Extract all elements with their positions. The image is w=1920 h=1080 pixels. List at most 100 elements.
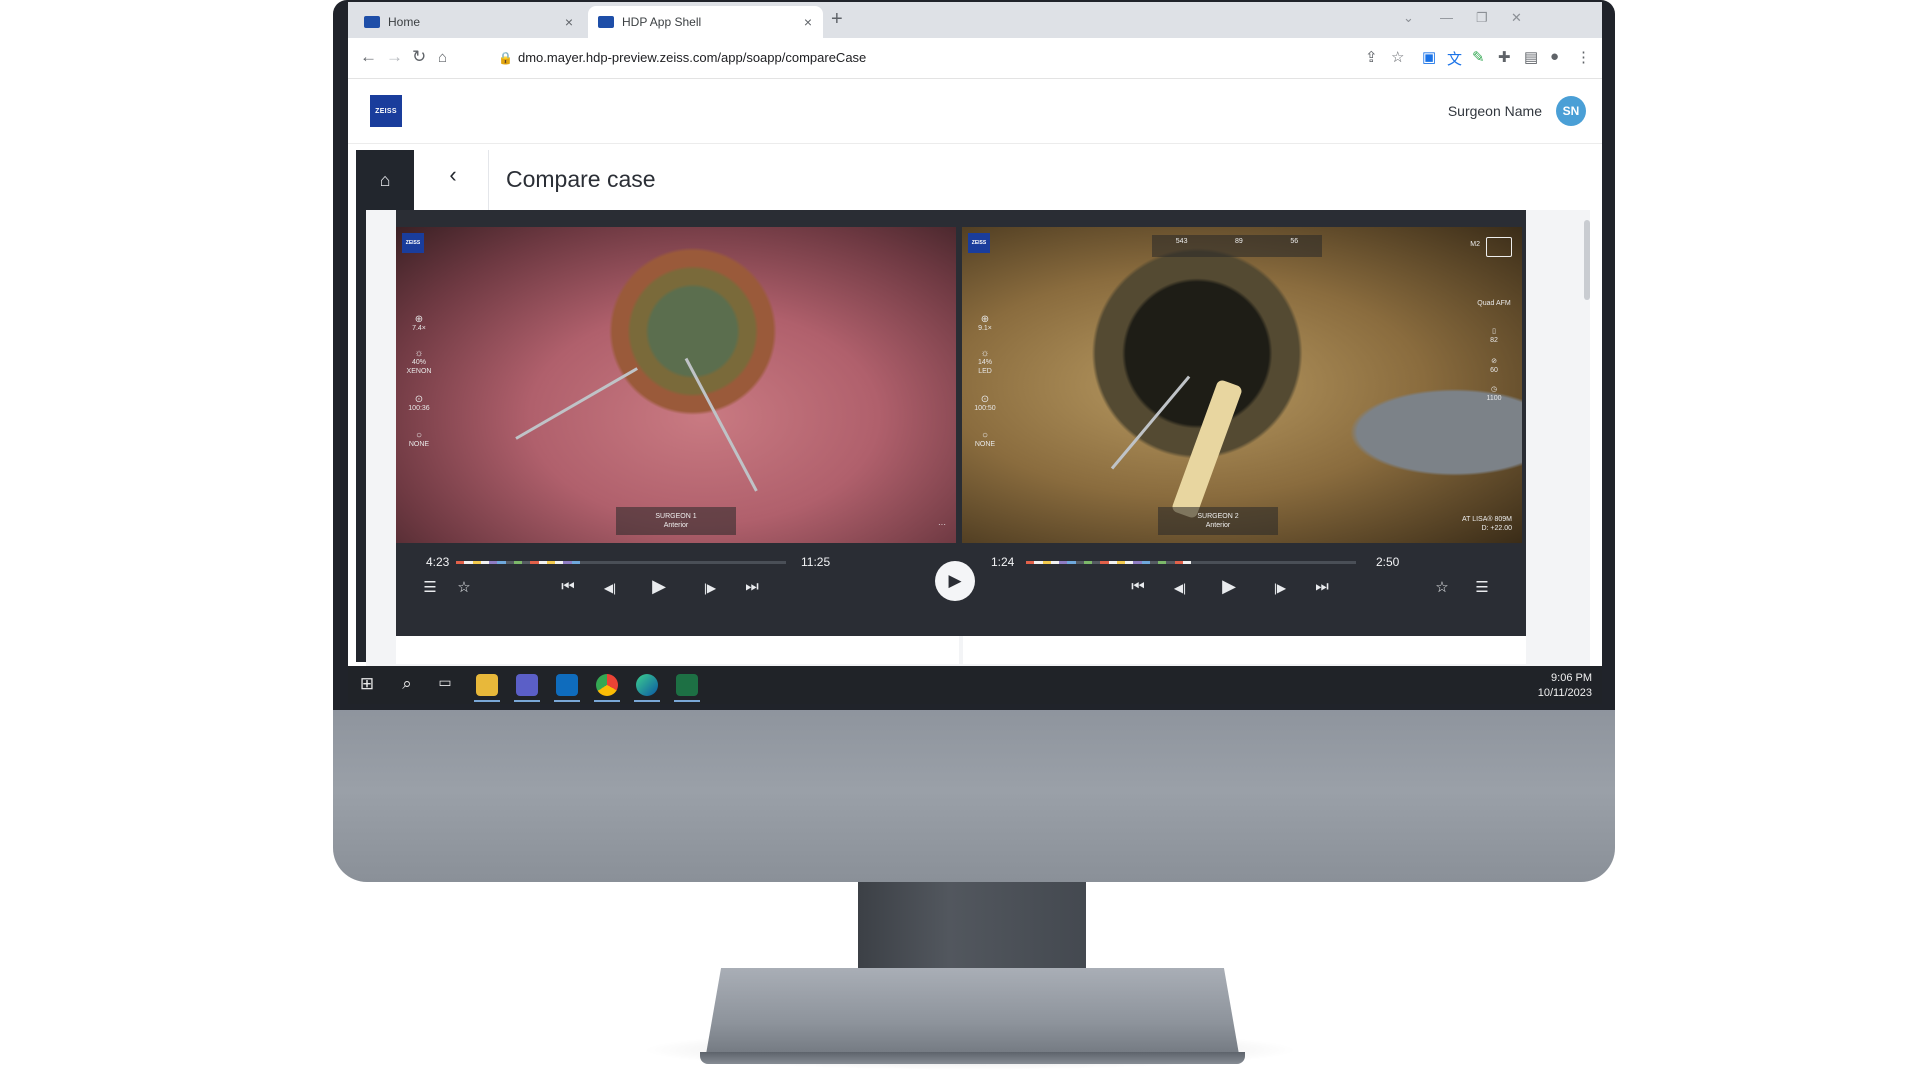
- surgeon-label: SURGEON 2 Anterior: [1158, 507, 1278, 535]
- close-window-icon[interactable]: ✕: [1511, 10, 1522, 26]
- url-field[interactable]: dmo.mayer.hdp-preview.zeiss.com/app/soap…: [518, 50, 866, 65]
- lock-icon[interactable]: 🔒: [498, 51, 513, 65]
- timeline-segment: [604, 561, 613, 564]
- timeline-segment: [1347, 561, 1356, 564]
- forward-arrow-icon[interactable]: →: [386, 47, 403, 67]
- zeiss-favicon-icon: [364, 16, 380, 28]
- left-step-back-button[interactable]: ◀|: [598, 581, 622, 595]
- teams-icon[interactable]: [516, 674, 538, 696]
- sidebar-home-icon[interactable]: ⌂: [356, 170, 414, 191]
- title-divider: [488, 150, 489, 212]
- screencast-extension-icon[interactable]: ▣: [1422, 48, 1436, 66]
- edge-icon[interactable]: [636, 674, 658, 696]
- right-step-back-button[interactable]: ◀|: [1168, 581, 1192, 595]
- profile-icon[interactable]: ●: [1550, 48, 1559, 65]
- side-panel-icon[interactable]: ▤: [1524, 48, 1538, 66]
- taskbar-clock[interactable]: 9:06 PM 10/11/2023: [1538, 671, 1592, 701]
- back-button[interactable]: ‹: [438, 162, 468, 198]
- timeline-segment: [1125, 561, 1134, 564]
- timeline-segment: [1191, 561, 1200, 564]
- focus-icon: ⊙: [980, 394, 990, 405]
- right-chapter-list-button[interactable]: ☰: [1470, 578, 1494, 596]
- timeline-segment: [1075, 561, 1084, 564]
- right-favorite-button[interactable]: ☆: [1430, 578, 1454, 596]
- task-view-icon[interactable]: ▭: [432, 674, 458, 696]
- timeline-segment: [654, 561, 663, 564]
- timeline-segment: [1290, 561, 1299, 564]
- filter-icon: ○: [415, 430, 423, 441]
- browser-tab-hdp-app-shell[interactable]: HDP App Shell ×: [588, 6, 823, 38]
- surgery-video-left[interactable]: ZEISS ⊕ 7.4× ☼ 40% XENON ⊙ 100:36 ○ NONE SURG…: [396, 227, 956, 543]
- left-skip-back-button[interactable]: ⏮: [556, 578, 580, 595]
- app-running-indicator: [554, 700, 580, 702]
- file-explorer-icon[interactable]: [476, 674, 498, 696]
- surgery-video-right[interactable]: ZEISS 543 89 56 M2 ⊕ 9.1× ☼ 14% LED ⊙ 100:50: [962, 227, 1522, 543]
- bottle-icon: ◷: [1490, 386, 1498, 393]
- timeline-segment: [588, 561, 597, 564]
- left-favorite-button[interactable]: ☆: [452, 578, 476, 596]
- left-skip-forward-button[interactable]: ⏭: [740, 578, 764, 595]
- timeline-segment: [1314, 561, 1323, 564]
- grammar-extension-icon[interactable]: ✎: [1472, 48, 1485, 66]
- reload-icon[interactable]: ↻: [412, 47, 426, 67]
- browser-tab-home[interactable]: Home ×: [354, 6, 584, 38]
- translate-extension-icon[interactable]: 文: [1447, 48, 1462, 69]
- timeline-segment: [464, 561, 473, 564]
- zoom-overlay: ⊕ 7.4×: [404, 315, 434, 333]
- taskbar-search-icon[interactable]: ⌕: [394, 674, 420, 696]
- user-name[interactable]: Surgeon Name: [1448, 103, 1542, 119]
- sync-play-button[interactable]: ▶: [935, 561, 975, 601]
- chrome-icon[interactable]: [596, 674, 618, 696]
- extensions-puzzle-icon[interactable]: ✚: [1498, 48, 1511, 66]
- timeline-segment: [522, 561, 531, 564]
- timeline-segment: [1050, 561, 1059, 564]
- back-arrow-icon[interactable]: ←: [360, 47, 377, 67]
- left-chapter-list-button[interactable]: ☰: [418, 578, 442, 596]
- timeline-segment: [555, 561, 564, 564]
- surgical-instrument: [515, 367, 638, 440]
- share-icon[interactable]: ⇪: [1365, 48, 1378, 66]
- tab-search-icon[interactable]: ⌄: [1403, 10, 1414, 26]
- new-tab-button[interactable]: +: [831, 8, 843, 31]
- timeline-segment: [546, 561, 555, 564]
- timeline-segment: [1116, 561, 1125, 564]
- minimize-window-icon[interactable]: —: [1440, 10, 1453, 25]
- page-scrollbar[interactable]: [1584, 220, 1590, 300]
- bookmark-star-icon[interactable]: ☆: [1391, 48, 1404, 66]
- app-running-indicator: [674, 700, 700, 702]
- restore-window-icon[interactable]: ❐: [1476, 10, 1488, 26]
- timeline-segment: [1281, 561, 1290, 564]
- left-total-time: 11:25: [801, 555, 831, 569]
- timeline-segment: [744, 561, 753, 564]
- close-tab-icon[interactable]: ×: [560, 14, 578, 30]
- surgical-instrument: [684, 357, 758, 492]
- zeiss-logo[interactable]: ZEISS: [370, 95, 402, 127]
- app-running-indicator: [474, 700, 500, 702]
- timeline-segment: [769, 561, 778, 564]
- browser-home-icon[interactable]: ⌂: [438, 49, 447, 66]
- compare-player-panel: ZEISS ⊕ 7.4× ☼ 40% XENON ⊙ 100:36 ○ NONE SURG…: [396, 210, 1526, 636]
- right-step-forward-button[interactable]: |▶: [1268, 581, 1292, 595]
- timeline-segment: [687, 561, 696, 564]
- timeline-segment: [1059, 561, 1068, 564]
- light-icon: ☼: [414, 348, 424, 359]
- left-timeline[interactable]: [456, 561, 786, 564]
- right-play-button[interactable]: ▶: [1217, 576, 1241, 597]
- close-tab-icon[interactable]: ×: [799, 14, 817, 30]
- outlook-icon[interactable]: [556, 674, 578, 696]
- right-timeline[interactable]: [1026, 561, 1356, 564]
- excel-icon[interactable]: [676, 674, 698, 696]
- browser-menu-icon[interactable]: ⋮: [1576, 48, 1591, 66]
- left-step-forward-button[interactable]: |▶: [698, 581, 722, 595]
- timeline-segment: [621, 561, 630, 564]
- left-play-button[interactable]: ▶: [647, 576, 671, 597]
- right-skip-forward-button[interactable]: ⏭: [1310, 578, 1334, 595]
- browser-tab-bar: Home × HDP App Shell × + ⌄ — ❐ ✕: [348, 2, 1602, 38]
- windows-start-icon[interactable]: ⊞: [354, 674, 380, 696]
- right-current-time: 1:24: [991, 555, 1015, 569]
- right-skip-back-button[interactable]: ⏮: [1126, 578, 1150, 595]
- timeline-segment: [1026, 561, 1035, 564]
- avatar[interactable]: SN: [1556, 96, 1586, 126]
- iol-info-overlay: AT LISA® 809M D: +22.00: [1461, 516, 1512, 532]
- left-comparison-details: [396, 636, 959, 664]
